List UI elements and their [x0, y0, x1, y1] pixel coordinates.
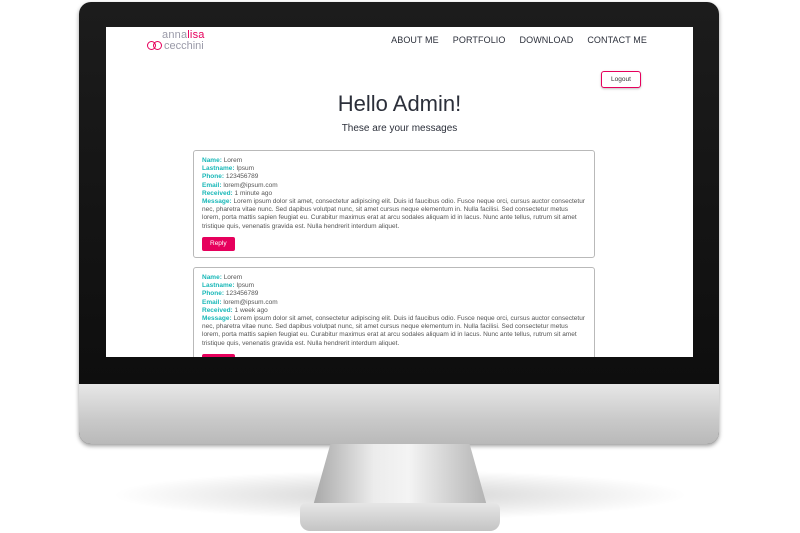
message-name-row: Name: Lorem — [202, 274, 243, 281]
message-name-row: Name: Lorem — [202, 157, 243, 164]
message-received: 1 week ago — [234, 306, 268, 314]
logout-button[interactable]: Logout — [601, 71, 641, 88]
message-body-row: Message: Lorem ipsum dolor sit amet, con… — [202, 198, 585, 230]
message-lastname: Ipsum — [236, 282, 255, 290]
message-phone: 123456789 — [225, 290, 259, 298]
message-body: Lorem ipsum dolor sit amet, consectetur … — [202, 315, 585, 347]
message-name: Lorem — [223, 274, 243, 281]
message-phone: 123456789 — [225, 173, 259, 181]
message-body-row: Message: Lorem ipsum dolor sit amet, con… — [202, 315, 585, 347]
message-lastname: Ipsum — [236, 165, 255, 173]
logo-text-bottom: cecchini — [164, 40, 204, 52]
monitor-chin — [79, 384, 719, 444]
message-phone-row: Phone: 123456789 — [202, 290, 259, 298]
reply-button[interactable]: Reply — [202, 236, 235, 252]
message-card: Name: Lorem Lastname: Ipsum Phone: 12345… — [193, 150, 595, 259]
message-body: Lorem ipsum dolor sit amet, consectetur … — [202, 198, 585, 230]
message-email-row: Email: lorem@ipsum.com — [202, 298, 278, 306]
nav-about-me[interactable]: ABOUT ME — [391, 35, 439, 45]
message-email: lorem@ipsum.com — [223, 298, 278, 306]
message-lastname-row: Lastname: Ipsum — [202, 282, 255, 290]
message-email: lorem@ipsum.com — [223, 181, 278, 189]
nav-portfolio[interactable]: PORTFOLIO — [453, 35, 506, 45]
monitor-stand — [313, 444, 487, 506]
message-received-row: Received: 1 week ago — [202, 306, 268, 314]
message-name: Lorem — [223, 157, 243, 164]
main-nav: ABOUT ME PORTFOLIO DOWNLOAD CONTACT ME — [391, 35, 647, 45]
message-lastname-row: Lastname: Ipsum — [202, 165, 255, 173]
message-email-row: Email: lorem@ipsum.com — [202, 181, 278, 189]
logo-mark-icon — [146, 41, 164, 52]
message-phone-row: Phone: 123456789 — [202, 173, 259, 181]
nav-download[interactable]: DOWNLOAD — [520, 35, 574, 45]
site-logo[interactable]: annalisa cecchini — [146, 29, 210, 53]
monitor-base — [300, 503, 500, 531]
screen: annalisa cecchini ABOUT ME PORTFOLIO DOW… — [106, 27, 693, 357]
message-received-row: Received: 1 minute ago — [202, 189, 273, 197]
reply-button[interactable]: Reply — [202, 353, 235, 357]
page-title: Hello Admin! — [337, 91, 462, 116]
site-header: annalisa cecchini ABOUT ME PORTFOLIO DOW… — [106, 27, 693, 57]
page-subtitle: These are your messages — [341, 123, 458, 134]
nav-contact-me[interactable]: CONTACT ME — [587, 35, 647, 45]
message-card: Name: Lorem Lastname: Ipsum Phone: 12345… — [193, 267, 595, 357]
message-received: 1 minute ago — [234, 189, 273, 197]
